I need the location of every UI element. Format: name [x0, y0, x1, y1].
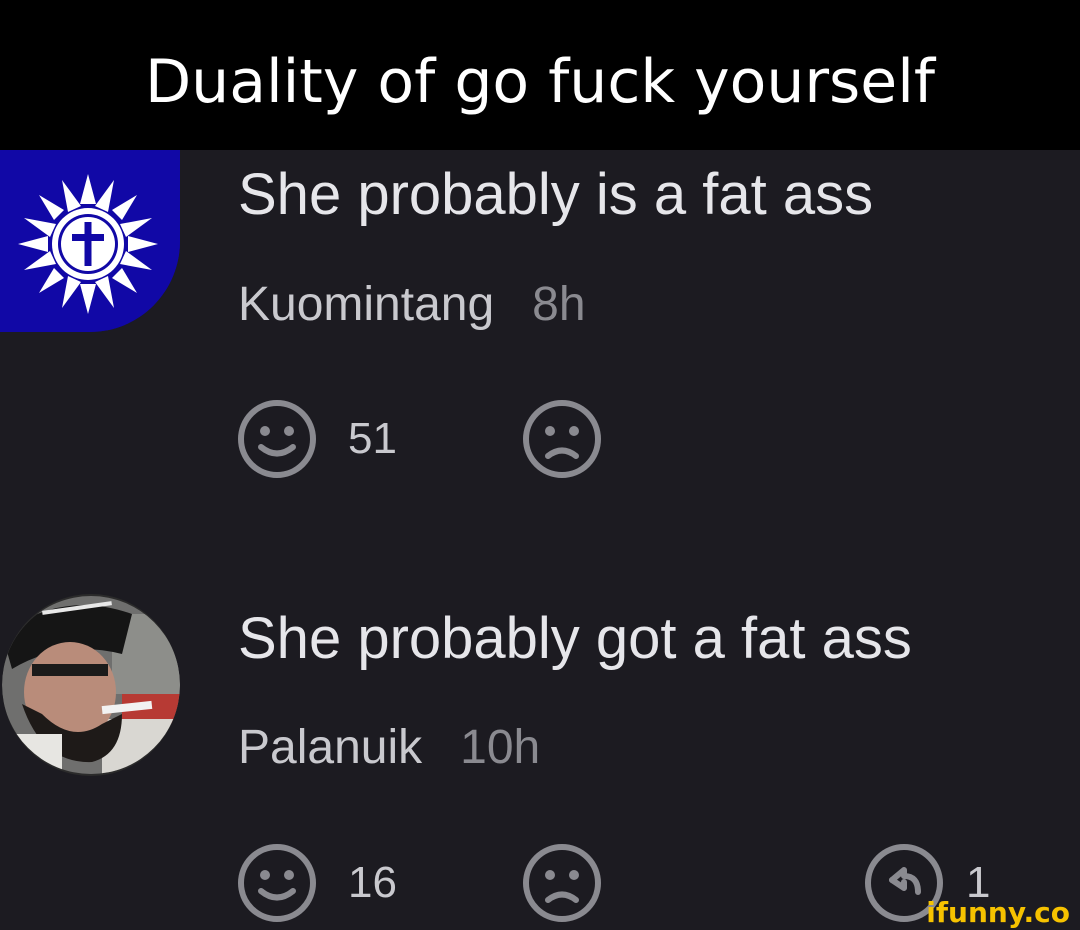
comment-text: She probably got a fat ass [238, 606, 912, 671]
avatar-palanuik[interactable] [2, 594, 180, 776]
avatar-kuomintang[interactable] [0, 150, 180, 332]
smile-icon [238, 844, 316, 922]
smile-button[interactable]: 16 [236, 842, 397, 924]
comment-username[interactable]: Palanuik [238, 721, 422, 774]
pirate-man-photo [2, 596, 180, 774]
frown-button[interactable] [520, 842, 604, 924]
smile-icon [238, 400, 316, 478]
comment-meta: Kuomintang 8h [238, 275, 586, 335]
comment-text: She probably is a fat ass [238, 162, 874, 227]
smile-count: 51 [348, 414, 397, 463]
ifunny-watermark: ifunny.co [926, 896, 1070, 929]
smile-button[interactable]: 51 [236, 398, 397, 480]
comment-meta: Palanuik 10h [238, 718, 540, 778]
caption-bar: Duality of go fuck yourself [0, 0, 1080, 150]
smile-count: 16 [348, 858, 397, 907]
meme-caption: Duality of go fuck yourself [144, 47, 936, 117]
frown-button[interactable] [520, 398, 604, 480]
kuomintang-flag-cross-icon [0, 150, 180, 332]
frown-icon [523, 400, 601, 478]
comment-timestamp: 8h [532, 278, 586, 331]
comment-timestamp: 10h [460, 721, 541, 774]
frown-icon [523, 844, 601, 922]
comment-username[interactable]: Kuomintang [238, 278, 494, 331]
